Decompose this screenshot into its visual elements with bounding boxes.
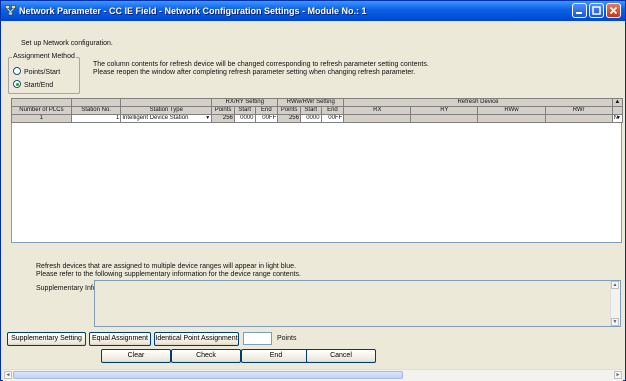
end-button[interactable]: End <box>241 349 311 363</box>
trailing-cell[interactable]: N ▼ <box>611 114 624 123</box>
rw-points-cell[interactable]: 256 <box>277 114 301 123</box>
close-button[interactable] <box>606 3 621 18</box>
refresh-device-header: Refresh Device <box>343 98 613 107</box>
horizontal-scrollbar[interactable]: ◄ ► <box>3 369 623 381</box>
window-title: Network Parameter - CC IE Field - Networ… <box>19 6 367 16</box>
clear-button[interactable]: Clear <box>101 349 171 363</box>
rx-ry-setting-header: RX/RY Setting <box>211 98 279 107</box>
rx-header: RX <box>343 106 412 115</box>
rx-start-header: Start <box>233 106 256 115</box>
rww-rwr-setting-header: RWw/RWr Setting <box>277 98 345 107</box>
station-type-header: Station Type <box>120 106 213 115</box>
notice-line-2: Please reopen the window after completin… <box>93 69 416 76</box>
rww-refresh-cell[interactable] <box>477 114 546 123</box>
minimize-button[interactable] <box>572 3 587 18</box>
rx-end-header: End <box>254 106 279 115</box>
minimize-icon <box>576 12 582 14</box>
footnote-line-2: Please refer to the following supplement… <box>36 271 301 278</box>
supplementary-setting-button[interactable]: Supplementary Setting <box>7 332 86 346</box>
network-config-window: Network Parameter - CC IE Field - Networ… <box>0 0 626 381</box>
network-icon <box>5 5 16 16</box>
scroll-down-icon[interactable]: ▼ <box>616 116 621 122</box>
ry-refresh-cell[interactable] <box>410 114 479 123</box>
radio-points-start[interactable]: Points/Start <box>13 67 60 76</box>
station-no-header: Station No. <box>70 106 122 115</box>
points-label: Points <box>277 335 297 342</box>
supplementary-info-box[interactable]: ▲ ▼ <box>94 280 621 327</box>
blank-header <box>11 98 72 107</box>
close-icon <box>609 6 618 15</box>
station-type-cell[interactable]: Intelligent Device Station ▼ <box>120 114 213 123</box>
rx-points-cell[interactable]: 256 <box>211 114 235 123</box>
notice-line-1: The column contents for refresh device w… <box>93 61 429 68</box>
rw-start-header: Start <box>299 106 322 115</box>
table-row[interactable]: 1 1 Intelligent Device Station ▼ 256 0000… <box>11 114 624 123</box>
title-bar[interactable]: Network Parameter - CC IE Field - Networ… <box>1 1 625 21</box>
rwr-header: RWr <box>544 106 613 115</box>
scroll-thumb[interactable] <box>13 371 403 379</box>
maximize-button[interactable] <box>589 3 604 18</box>
radio-start-end[interactable]: Start/End <box>13 80 53 89</box>
rw-points-header: Points <box>277 106 301 115</box>
scroll-up-cell[interactable]: ▲ <box>611 98 624 107</box>
rw-end-cell[interactable]: 00FF <box>320 114 345 123</box>
scroll-up-icon[interactable]: ▲ <box>611 281 619 289</box>
rw-start-cell[interactable]: 0000 <box>299 114 322 123</box>
intro-text: Set up Network configuration. <box>21 40 113 47</box>
row-index: 1 <box>11 114 72 123</box>
rwr-refresh-cell[interactable] <box>544 114 613 123</box>
supp-scrollbar[interactable]: ▲ ▼ <box>610 281 620 326</box>
points-input[interactable] <box>243 332 272 345</box>
rx-refresh-cell[interactable] <box>343 114 412 123</box>
blank-header <box>70 98 122 107</box>
column-header-row: Number of PLCs Station No. Station Type … <box>11 106 624 115</box>
footnote-line-1: Refresh devices that are assigned to mul… <box>36 263 296 270</box>
station-table: RX/RY Setting RWw/RWr Setting Refresh De… <box>11 98 624 123</box>
scroll-track-cell <box>611 106 624 115</box>
chevron-down-icon[interactable]: ▼ <box>205 116 210 122</box>
equal-assignment-button[interactable]: Equal Assignment <box>89 332 151 346</box>
assignment-method-label: Assignment Method <box>12 53 76 60</box>
identical-point-assignment-button[interactable]: Identical Point Assignment <box>154 332 239 346</box>
rx-end-cell[interactable]: 00FF <box>254 114 279 123</box>
assignment-method-group: Assignment Method Points/Start Start/End <box>8 53 80 94</box>
ry-header: RY <box>410 106 479 115</box>
rww-header: RWw <box>477 106 546 115</box>
scroll-right-icon[interactable]: ► <box>614 371 622 379</box>
station-no-cell[interactable]: 1 <box>70 114 122 123</box>
rx-start-cell[interactable]: 0000 <box>233 114 256 123</box>
rx-points-header: Points <box>211 106 235 115</box>
blank-header <box>120 98 213 107</box>
check-button[interactable]: Check <box>171 349 241 363</box>
radio-circle-icon <box>13 67 21 75</box>
network-config-grid[interactable]: RX/RY Setting RWw/RWr Setting Refresh De… <box>11 98 624 243</box>
rw-end-header: End <box>320 106 345 115</box>
scroll-left-icon[interactable]: ◄ <box>4 371 12 379</box>
num-plcs-header: Number of PLCs <box>11 106 72 115</box>
maximize-icon <box>592 6 601 15</box>
radio-checked-icon <box>13 80 21 88</box>
cancel-button[interactable]: Cancel <box>306 349 376 363</box>
scroll-down-icon[interactable]: ▼ <box>611 318 619 326</box>
group-header-row: RX/RY Setting RWw/RWr Setting Refresh De… <box>11 98 624 107</box>
